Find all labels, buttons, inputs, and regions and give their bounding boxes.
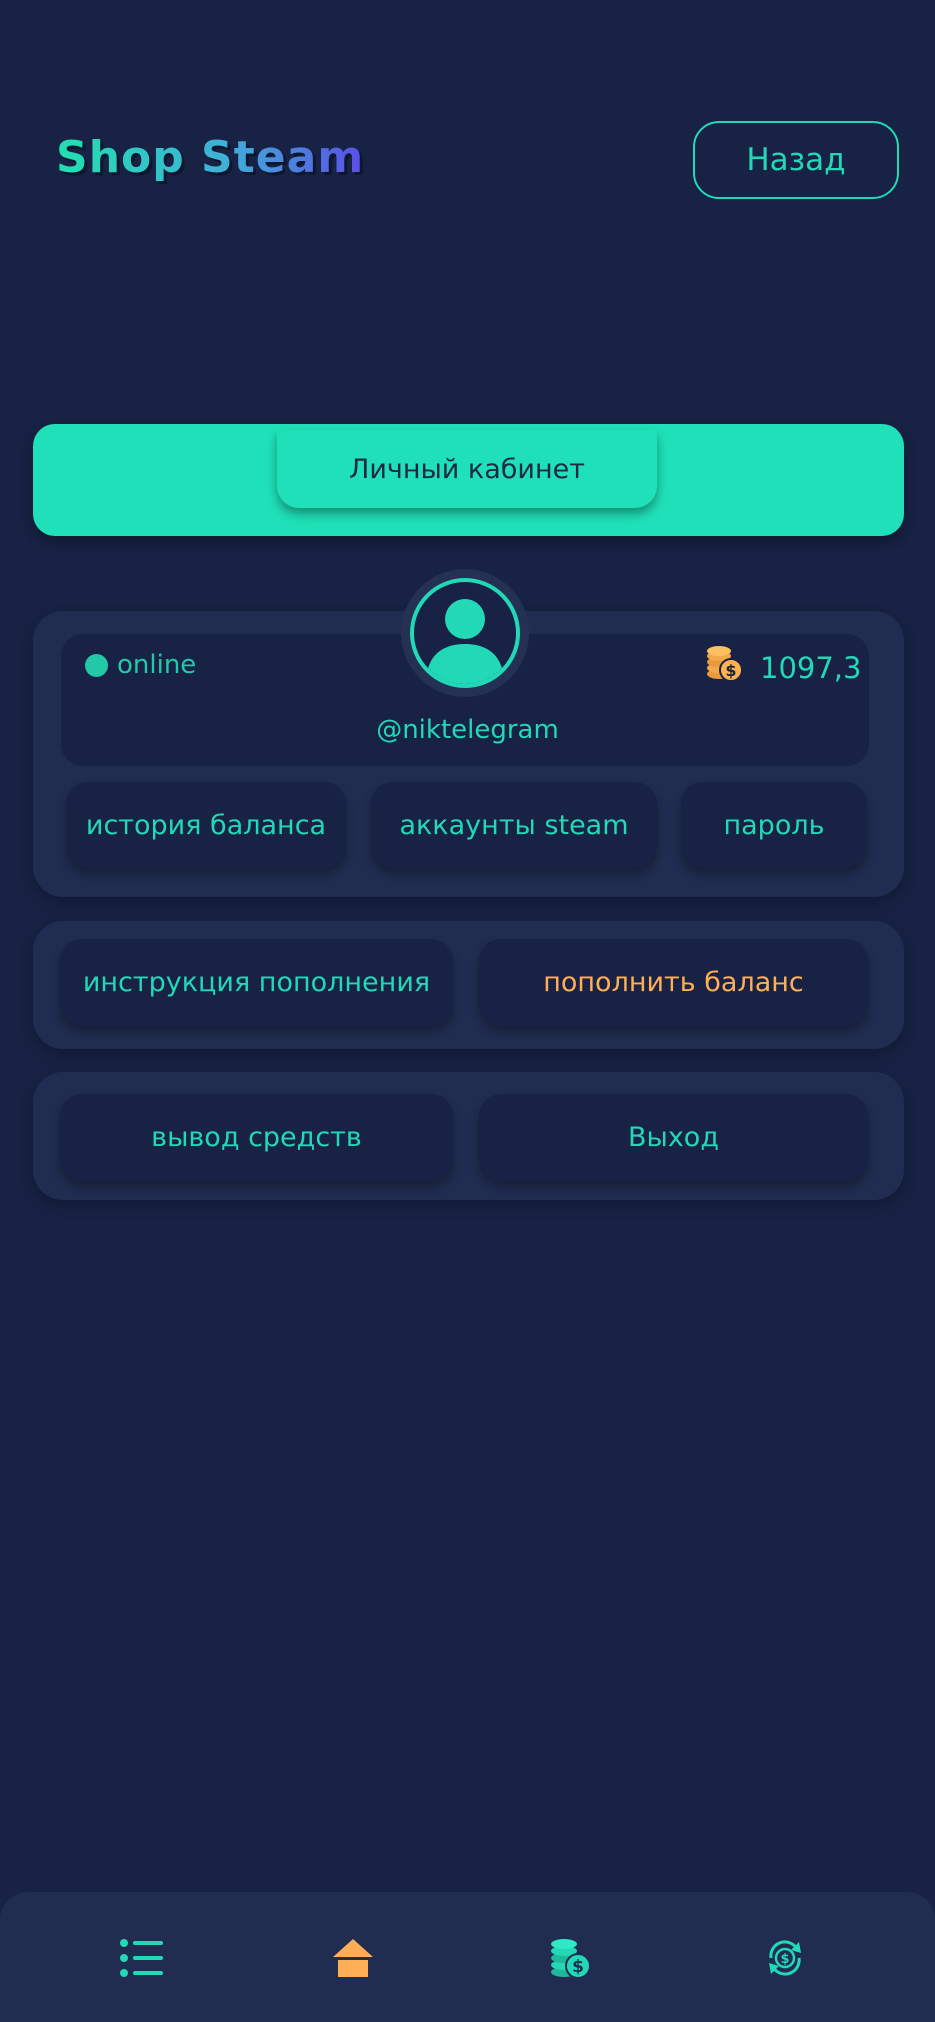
cabinet-title-tab: Личный кабинет [277, 430, 657, 508]
username: @niktelegram [376, 715, 559, 745]
balance-history-button[interactable]: история баланса [66, 782, 346, 868]
online-status: online [85, 650, 196, 680]
user-icon [426, 599, 504, 684]
balance-value: 1097,3 [760, 650, 862, 685]
password-button[interactable]: пароль [681, 782, 867, 868]
avatar [410, 578, 520, 688]
svg-text:$: $ [725, 661, 736, 680]
svg-text:$: $ [572, 1957, 584, 1977]
app-logo: Shop Steam [56, 132, 365, 183]
topup-instruction-button[interactable]: инструкция пополнения [60, 939, 453, 1026]
topup-balance-button[interactable]: пополнить баланс [479, 939, 868, 1026]
svg-text:$: $ [780, 1952, 789, 1967]
status-dot [85, 653, 108, 677]
nav-exchange-icon[interactable]: $ [757, 1932, 813, 1984]
coins-icon: $ [704, 644, 744, 691]
nav-home-icon[interactable] [325, 1932, 381, 1984]
balance-display: $ 1097,3 [704, 644, 861, 691]
withdraw-button[interactable]: вывод средств [60, 1094, 453, 1181]
back-button[interactable]: Назад [693, 121, 899, 199]
nav-list-icon[interactable] [114, 1932, 170, 1984]
logout-button[interactable]: Выход [479, 1094, 868, 1181]
nav-coins-icon[interactable]: $ [542, 1932, 598, 1984]
status-label: online [117, 650, 197, 680]
steam-accounts-button[interactable]: аккаунты steam [371, 782, 657, 868]
